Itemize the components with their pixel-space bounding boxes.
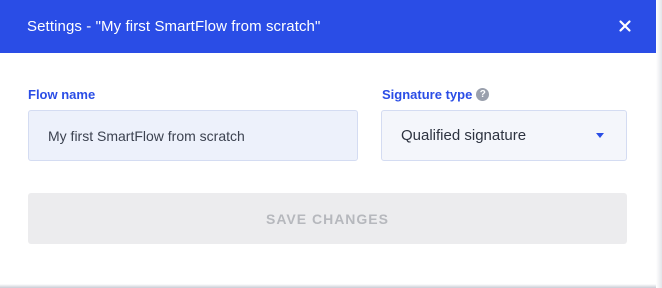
signature-type-selected: Qualified signature [401,127,527,144]
caret-down-icon [596,133,604,138]
dialog-header: Settings - "My first SmartFlow from scra… [0,0,656,53]
flow-name-input[interactable] [28,110,358,161]
save-changes-button[interactable]: SAVE CHANGES [28,193,627,244]
signature-type-select[interactable]: Qualified signature [381,110,627,161]
settings-dialog: Settings - "My first SmartFlow from scra… [0,0,662,288]
flow-name-label: Flow name [28,87,96,102]
dialog-title: Settings - "My first SmartFlow from scra… [27,18,321,35]
signature-type-label: Signature type [382,87,473,102]
signature-type-label-group: Signature type ? [382,87,490,102]
close-icon[interactable] [614,15,636,37]
help-icon[interactable]: ? [476,88,490,101]
